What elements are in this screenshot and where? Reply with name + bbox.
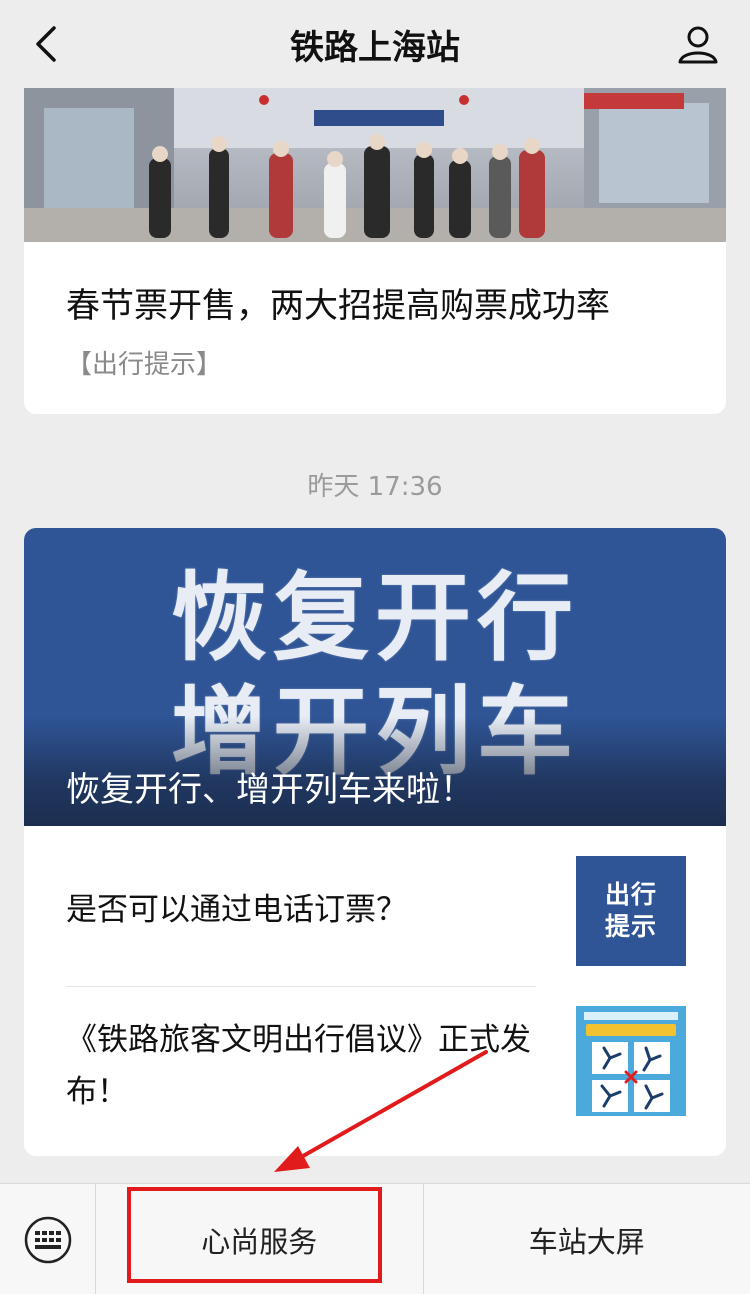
keyboard-icon[interactable] bbox=[0, 1184, 96, 1294]
hero-headline-line1: 恢复开行 bbox=[171, 562, 579, 674]
article-card[interactable]: 春节票开售，两大招提高购票成功率 【出行提示】 bbox=[24, 88, 726, 414]
civility-poster-thumbnail bbox=[576, 1006, 686, 1116]
station-crowd-photo bbox=[24, 88, 726, 242]
article-tag: 【出行提示】 bbox=[66, 350, 223, 380]
menu-item-station-screen[interactable]: 车站大屏 bbox=[424, 1184, 750, 1294]
message-timestamp: 昨天 17:36 bbox=[307, 472, 443, 502]
article-title: 是否可以通过电话订票？ bbox=[66, 892, 407, 928]
article-title: 《铁路旅客文明出行倡议》正式发布！ bbox=[66, 1022, 531, 1110]
list-item[interactable]: 《铁路旅客文明出行倡议》正式发布！ bbox=[24, 986, 726, 1156]
thumbnail-label: 提示 bbox=[604, 912, 657, 941]
page-title: 铁路上海站 bbox=[290, 27, 460, 68]
list-item[interactable]: 是否可以通过电话订票？ 出行 提示 bbox=[24, 826, 726, 986]
thumbnail-label: 出行 bbox=[604, 880, 657, 909]
travel-tips-thumbnail: 出行 提示 bbox=[576, 856, 686, 966]
headline-article[interactable]: 恢复开行 增开列车 恢复开行、增开列车来啦！ bbox=[24, 528, 726, 826]
back-icon[interactable] bbox=[26, 24, 66, 64]
navigation-bar: 铁路上海站 bbox=[0, 0, 750, 88]
profile-icon[interactable] bbox=[676, 22, 720, 66]
article-group-card: 恢复开行 增开列车 恢复开行、增开列车来啦！ 是否可以通过电话订票？ 出行 提示… bbox=[24, 528, 726, 1156]
article-title[interactable]: 春节票开售，两大招提高购票成功率 bbox=[66, 278, 610, 327]
highlight-box bbox=[127, 1187, 382, 1283]
headline-article-title: 恢复开行、增开列车来啦！ bbox=[66, 770, 474, 810]
